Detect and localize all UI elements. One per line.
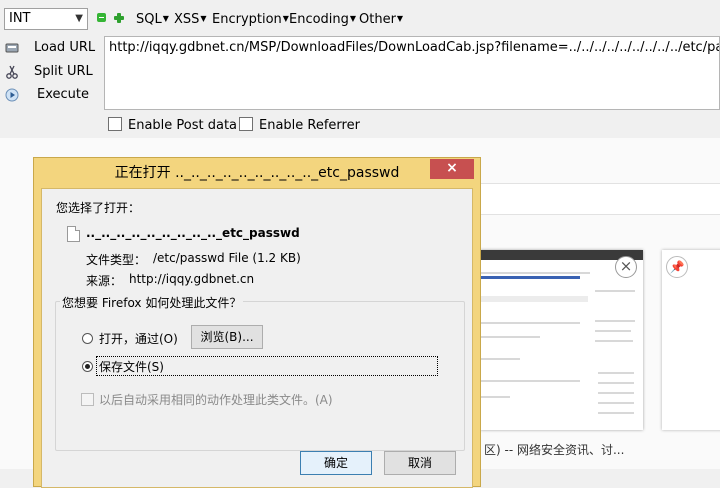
caret-icon: ▼ (200, 14, 207, 23)
caret-icon: ▼ (162, 14, 169, 23)
thumbnail-line (480, 322, 580, 324)
thumbnail-line (480, 380, 580, 382)
auto-action-label: 以后自动采用相同的动作处理此类文件。(A) (99, 393, 333, 407)
thumbnail-line (480, 336, 540, 338)
ok-button[interactable]: 确定 (300, 451, 372, 475)
chevron-down-icon: ▼ (75, 13, 83, 24)
hackbar-toolbar: INT ▼ SQL▼ XSS▼ Encryption▼ Encoding▼ Ot… (0, 0, 720, 36)
file-type-value: /etc/passwd File (1.2 KB) (153, 251, 301, 265)
menu-other[interactable]: Other▼ (359, 12, 403, 27)
menu-sql[interactable]: SQL▼ (136, 12, 169, 27)
file-icon (67, 226, 80, 242)
url-textarea[interactable]: http://iqqy.gdbnet.cn/MSP/DownloadFiles/… (104, 36, 720, 110)
source-value: http://iqqy.gdbnet.cn (129, 272, 255, 286)
decrease-icon[interactable] (97, 13, 106, 22)
url-text: http://iqqy.gdbnet.cn/MSP/DownloadFiles/… (109, 40, 720, 55)
menu-encryption[interactable]: Encryption▼ (212, 12, 289, 27)
action-groupbox (55, 301, 465, 451)
thumbnail-line (595, 320, 635, 322)
type-select[interactable]: INT ▼ (4, 8, 88, 30)
load-url-icon (5, 43, 19, 53)
save-file-label: 保存文件(S) (99, 360, 164, 374)
save-file-radio[interactable] (82, 361, 93, 372)
type-select-value: INT (9, 11, 31, 26)
file-type-label: 文件类型： (86, 253, 147, 267)
open-with-label: 打开，通过(O) (99, 332, 178, 346)
enable-referrer-checkbox[interactable]: Enable Referrer (239, 117, 360, 133)
thumbnail-line (480, 272, 590, 274)
thumbnail-line (598, 402, 634, 404)
browse-button[interactable]: 浏览(B)... (191, 325, 263, 349)
action-question: 您想要 Firefox 如何处理此文件？ (60, 294, 244, 311)
thumbnail-line (598, 382, 634, 384)
checkbox-box[interactable] (239, 117, 253, 131)
top-site-thumbnail-2[interactable] (662, 250, 720, 430)
thumbnail-line (598, 412, 634, 414)
search-bar[interactable] (480, 183, 720, 215)
thumbnail-line (598, 392, 634, 394)
close-icon[interactable]: × (430, 159, 474, 179)
split-url-button[interactable]: Split URL (0, 62, 100, 84)
open-file-dialog: 正在打开 .._.._.._.._.._.._.._.._.._etc_pass… (33, 157, 481, 488)
dialog-title: 正在打开 .._.._.._.._.._.._.._.._.._etc_pass… (114, 165, 400, 181)
open-with-radio[interactable] (82, 333, 93, 344)
thumbnail-line (480, 296, 588, 302)
menu-encoding[interactable]: Encoding▼ (289, 12, 356, 27)
thumbnail-line (595, 330, 631, 332)
you-chose-label: 您选择了打开： (56, 201, 141, 215)
source-label: 来源： (86, 274, 123, 288)
thumbnail-line (480, 396, 510, 398)
cancel-button[interactable]: 取消 (384, 451, 456, 475)
thumbnail-line (595, 290, 635, 292)
enable-post-data-checkbox[interactable]: Enable Post data (108, 117, 237, 133)
execute-button[interactable]: Execute (0, 85, 100, 107)
play-icon (5, 88, 19, 102)
thumbnail-caption: 区) -- 网络安全资讯、讨... (484, 443, 625, 457)
menu-xss[interactable]: XSS▼ (174, 12, 207, 27)
thumbnail-nav (480, 276, 580, 279)
checkbox-box[interactable] (108, 117, 122, 131)
pin-icon[interactable]: 📌 (666, 256, 688, 278)
caret-icon: ▼ (396, 14, 404, 23)
dialog-body: 您选择了打开： .._.._.._.._.._.._.._.._.._etc_p… (41, 188, 473, 488)
file-name: .._.._.._.._.._.._.._.._.._etc_passwd (86, 226, 300, 240)
top-site-thumbnail[interactable] (480, 250, 643, 430)
auto-action-checkbox[interactable] (81, 393, 94, 406)
scissors-icon (6, 65, 18, 79)
increase-icon[interactable] (114, 13, 124, 23)
load-url-button[interactable]: Load URL (0, 38, 100, 60)
thumbnail-line (480, 358, 520, 360)
thumbnail-line (595, 340, 633, 342)
caret-icon: ▼ (349, 14, 357, 23)
thumbnail-close-icon[interactable]: × (615, 256, 637, 278)
thumbnail-line (598, 372, 634, 374)
